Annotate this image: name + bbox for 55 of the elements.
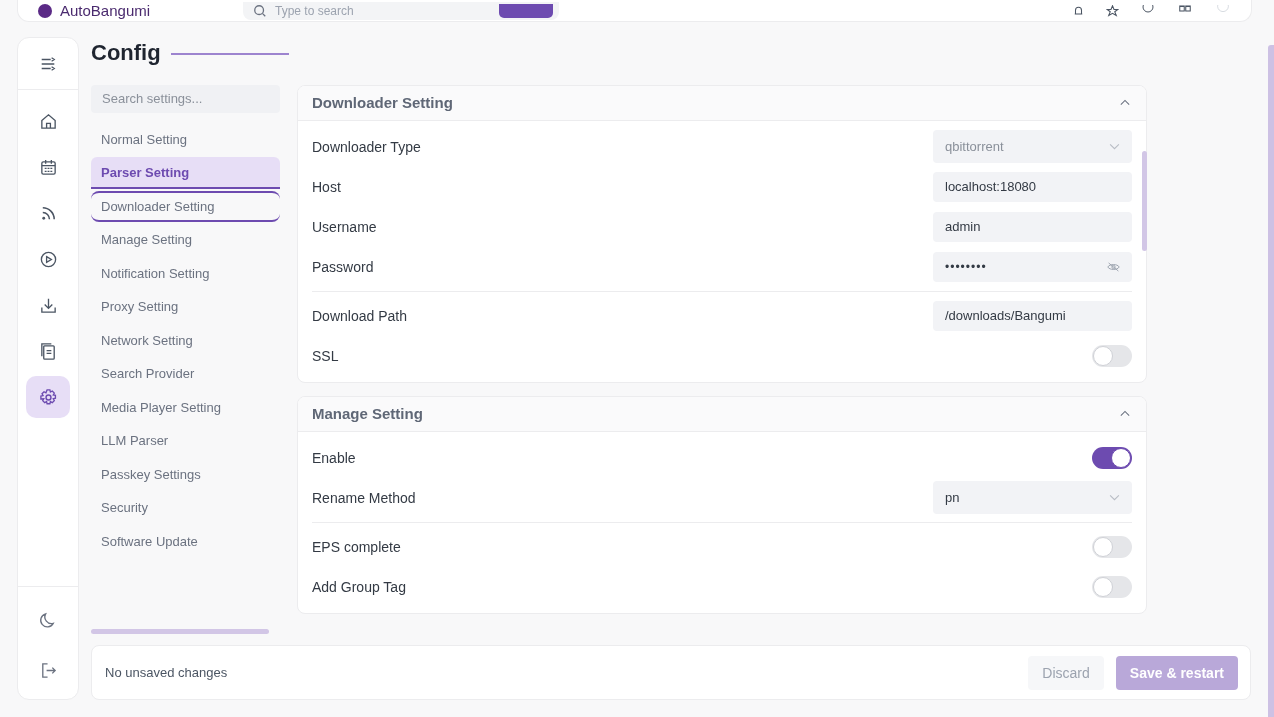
page-title: Config	[91, 40, 161, 66]
search-icon	[253, 3, 267, 18]
status-text: No unsaved changes	[105, 665, 228, 681]
chevron-down-icon	[1109, 494, 1120, 502]
nav-item[interactable]: Software Update	[91, 525, 280, 558]
field-label: SSL	[312, 347, 339, 364]
field-label: EPS complete	[312, 538, 401, 555]
field-label: Downloader Type	[312, 138, 421, 155]
section-title: Manage Setting	[312, 405, 423, 423]
field-label: Rename Method	[312, 489, 416, 506]
password-field[interactable]: ••••••••	[933, 251, 1132, 282]
dropdown[interactable]: pn	[933, 481, 1132, 515]
nav-item[interactable]: Network Setting	[91, 324, 280, 357]
app-name: AutoBangumi	[60, 2, 151, 19]
nav-item[interactable]: Security	[91, 492, 280, 524]
section-title: Downloader Setting	[312, 94, 453, 112]
nav-item[interactable]: Search Provider	[91, 358, 280, 390]
logo-icon	[38, 3, 52, 18]
card-header[interactable]: Manage Setting	[298, 396, 1146, 432]
field-label: Username	[312, 218, 377, 235]
input-field[interactable]: admin	[933, 211, 1132, 242]
chevron-up-icon[interactable]	[1120, 410, 1130, 418]
scrollbar[interactable]	[1268, 45, 1274, 717]
scrollbar[interactable]	[1142, 150, 1147, 251]
toggle-switch[interactable]	[1092, 575, 1132, 598]
input-field[interactable]: localhost:18080	[933, 171, 1132, 202]
chevron-down-icon	[1109, 143, 1120, 151]
nav-item[interactable]: Manage Setting	[91, 224, 280, 256]
search-button[interactable]	[499, 3, 553, 18]
nav-item[interactable]: Parser Setting	[91, 157, 280, 189]
scrollbar[interactable]	[91, 629, 269, 635]
nav-item[interactable]: Proxy Setting	[91, 291, 280, 323]
field-label: Password	[312, 258, 374, 275]
nav-item[interactable]: Downloader Setting	[91, 190, 280, 223]
nav-item[interactable]: Normal Setting	[91, 123, 280, 156]
toggle-switch[interactable]	[1092, 344, 1132, 367]
nav-item[interactable]: Passkey Settings	[91, 458, 280, 491]
settings-search-field[interactable]: Search settings...	[91, 84, 280, 113]
input-field[interactable]: /downloads/Bangumi	[933, 300, 1132, 331]
eye-slash-icon[interactable]	[1107, 261, 1120, 272]
toggle-switch[interactable]	[1092, 535, 1132, 558]
nav-item[interactable]: Media Player Setting	[91, 391, 280, 424]
card-header[interactable]: Downloader Setting	[298, 85, 1146, 121]
field-label: Host	[312, 178, 341, 195]
search-field[interactable]: Type to search	[243, 1, 559, 20]
nav-item[interactable]: LLM Parser	[91, 425, 280, 457]
chevron-up-icon[interactable]	[1120, 99, 1130, 107]
settings-icon[interactable]	[26, 376, 70, 418]
star-icon[interactable]	[1106, 4, 1119, 17]
nav-item[interactable]: Notification Setting	[91, 257, 280, 290]
field-label: Add Group Tag	[312, 578, 406, 595]
toggle-switch[interactable]	[1092, 446, 1132, 469]
field-label: Download Path	[312, 307, 407, 324]
search-input[interactable]: Type to search	[273, 2, 493, 19]
field-label: Enable	[312, 449, 356, 466]
